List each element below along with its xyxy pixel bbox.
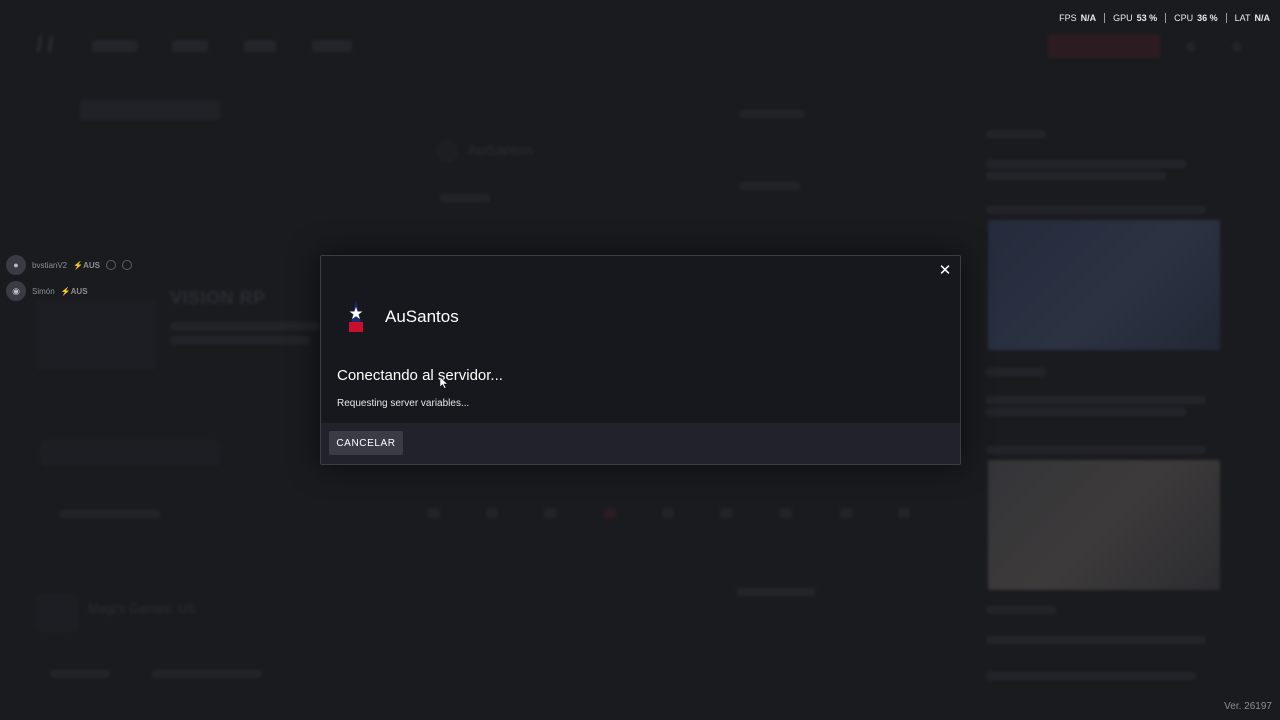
background-text-line <box>152 670 262 678</box>
background-server-title: VISION RP <box>170 288 266 308</box>
avatar: ◉ <box>6 281 26 301</box>
background-featured-name: AuSantos <box>468 142 534 159</box>
background-text-line <box>60 510 160 518</box>
perf-label: GPU <box>1113 13 1133 23</box>
nav-link <box>92 40 138 52</box>
background-text-line <box>170 322 320 330</box>
background-icon <box>662 508 674 518</box>
background-icon <box>780 508 792 518</box>
background-list-item: Magi's Games: US <box>88 601 196 616</box>
nav-link <box>172 40 208 52</box>
close-icon[interactable]: ✕ <box>938 263 952 278</box>
perf-fps: FPS N/A <box>1051 13 1104 23</box>
background-news-image <box>988 460 1220 590</box>
background-text-line <box>986 368 1046 376</box>
presence-row: ◉ Simón ⚡AUS <box>6 281 88 301</box>
background-icon <box>486 508 498 518</box>
connecting-dialog: ✕ AuSantos Conectando al servidor... Req… <box>320 255 961 465</box>
server-logo <box>337 298 375 336</box>
background-text-line <box>986 206 1206 214</box>
cancel-button[interactable]: CANCELAR <box>329 431 403 455</box>
background-text-line <box>986 672 1196 680</box>
background-server-logo <box>36 300 156 370</box>
background-text-line <box>170 336 310 344</box>
status-subtitle: Requesting server variables... <box>337 398 470 409</box>
background-text-line <box>986 396 1206 404</box>
perf-value: 53 % <box>1136 13 1158 23</box>
perf-cpu: CPU 36 % <box>1165 13 1226 23</box>
nav-link <box>244 40 276 52</box>
background-icon <box>898 508 910 518</box>
status-icon <box>106 260 116 270</box>
perf-label: CPU <box>1174 13 1194 23</box>
perf-value: N/A <box>1254 13 1271 23</box>
background-text-line <box>736 588 816 596</box>
status-title: Conectando al servidor... <box>337 367 503 384</box>
background-icon <box>840 508 852 518</box>
presence-tag: ⚡AUS <box>60 286 88 296</box>
background-text-line <box>986 408 1186 416</box>
background-text-line <box>986 172 1166 180</box>
background-text-line <box>740 110 804 118</box>
background-server-icon <box>436 140 458 162</box>
presence-name: Simón <box>32 286 55 296</box>
background-icon <box>1186 42 1196 52</box>
background-text-line <box>986 636 1206 644</box>
mouse-cursor-icon <box>440 377 448 389</box>
dialog-footer: CANCELAR <box>321 423 960 464</box>
discord-icon: ● <box>6 255 26 275</box>
nav-link <box>312 40 352 52</box>
background-text-line <box>986 160 1186 168</box>
background-icon <box>604 508 616 518</box>
status-icon <box>122 260 132 270</box>
presence-row: ● bvstianV2 ⚡AUS <box>6 255 132 275</box>
background-text-line <box>986 606 1056 614</box>
version-label: Ver. 26197 <box>1224 701 1272 712</box>
background-text-line <box>50 670 110 678</box>
background-icon <box>1232 42 1242 52</box>
background-list-icon <box>36 594 78 632</box>
background-news-image <box>988 220 1220 350</box>
server-header: AuSantos <box>337 298 459 336</box>
background-text-line <box>986 446 1206 454</box>
presence-name: bvstianV2 <box>32 260 68 270</box>
background-icon <box>720 508 732 518</box>
background-button <box>40 440 220 466</box>
perf-label: FPS <box>1059 13 1077 23</box>
background-action-button <box>1048 34 1160 58</box>
app-logo <box>36 36 54 52</box>
perf-gpu: GPU 53 % <box>1104 13 1165 23</box>
presence-tag: ⚡AUS <box>73 260 100 270</box>
server-logo-graphic <box>349 300 363 332</box>
background-text-line <box>740 182 800 190</box>
performance-overlay: FPS N/A GPU 53 % CPU 36 % LAT N/A <box>1051 13 1270 23</box>
background-heading <box>80 100 220 120</box>
background-text-line <box>440 194 490 202</box>
server-name: AuSantos <box>385 307 459 326</box>
logo-shape <box>349 322 363 332</box>
background-icon <box>544 508 556 518</box>
perf-value: N/A <box>1080 13 1097 23</box>
perf-label: LAT <box>1234 13 1251 23</box>
background-text-line <box>986 130 1046 138</box>
perf-value: 36 % <box>1197 13 1218 23</box>
background-icon <box>428 508 440 518</box>
perf-lat: LAT N/A <box>1225 13 1271 23</box>
